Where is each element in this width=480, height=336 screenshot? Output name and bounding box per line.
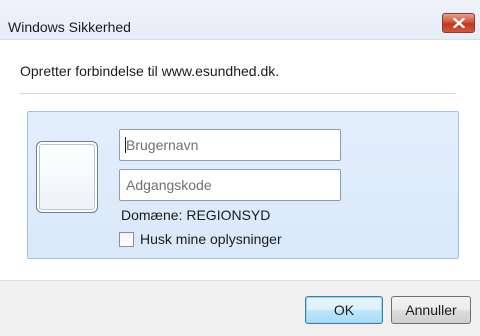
- text-caret: [125, 137, 126, 153]
- remember-label: Husk mine oplysninger: [140, 231, 282, 247]
- remember-checkbox-row[interactable]: Husk mine oplysninger: [119, 231, 282, 247]
- title-bar: Windows Sikkerhed: [0, 0, 480, 40]
- cancel-button[interactable]: Annuller: [391, 296, 471, 324]
- user-tile-icon: [36, 141, 98, 213]
- close-icon: [452, 18, 465, 28]
- connection-message: Opretter forbindelse til www.esundhed.dk…: [20, 63, 280, 79]
- window-title: Windows Sikkerhed: [8, 19, 131, 35]
- close-button[interactable]: [442, 13, 475, 33]
- password-input[interactable]: [119, 169, 341, 201]
- ok-button[interactable]: OK: [305, 296, 383, 324]
- checkbox-icon[interactable]: [119, 231, 134, 247]
- divider: [20, 93, 456, 94]
- domain-label: Domæne: REGIONSYD: [121, 207, 271, 223]
- username-input[interactable]: [119, 129, 341, 161]
- windows-security-dialog: Windows Sikkerhed Opretter forbindelse t…: [0, 0, 480, 336]
